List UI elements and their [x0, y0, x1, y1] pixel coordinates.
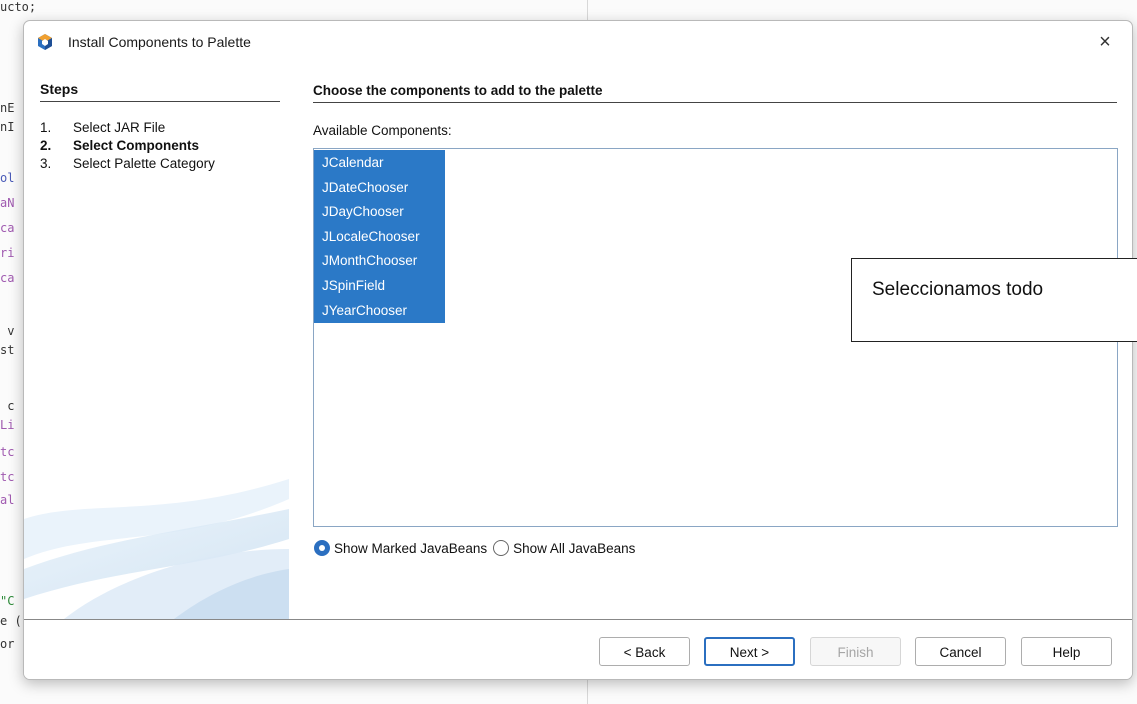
- dialog-title: Install Components to Palette: [68, 34, 251, 50]
- show-marked-radio[interactable]: [314, 540, 330, 557]
- code-fragment: nI: [0, 120, 15, 134]
- code-fragment: ucto;: [0, 0, 37, 14]
- step-item: 1. Select JAR File: [40, 119, 215, 137]
- code-fragment: or: [0, 637, 15, 651]
- content-divider: [313, 102, 1117, 103]
- code-fragment: Li: [0, 418, 15, 432]
- step-item: 2. Select Components: [40, 137, 215, 155]
- code-fragment: "C: [0, 594, 15, 608]
- component-list-item[interactable]: JDayChooser: [314, 199, 445, 225]
- code-fragment: tc: [0, 470, 15, 484]
- back-button[interactable]: < Back: [599, 637, 690, 666]
- component-list-item[interactable]: JDateChooser: [314, 174, 445, 200]
- code-fragment: st: [0, 343, 15, 357]
- code-fragment: al: [0, 493, 15, 507]
- button-bar: < Back Next > Finish Cancel Help: [24, 620, 1132, 679]
- install-components-dialog: Install Components to Palette × Steps 1.…: [23, 20, 1133, 680]
- next-button[interactable]: Next >: [704, 637, 795, 666]
- code-fragment: aN: [0, 196, 15, 210]
- step-label: Select Components: [73, 138, 200, 153]
- component-list-item[interactable]: JSpinField: [314, 273, 445, 298]
- netbeans-cube-icon: [38, 34, 52, 50]
- dialog-titlebar[interactable]: Install Components to Palette ×: [24, 21, 1132, 63]
- step-label: Select JAR File: [73, 120, 166, 135]
- code-fragment: ol: [0, 171, 15, 185]
- annotation-text: Seleccionamos todo: [872, 279, 1044, 300]
- code-fragment: c: [0, 399, 15, 413]
- component-list-item[interactable]: JMonthChooser: [314, 248, 445, 274]
- show-all-label[interactable]: Show All JavaBeans: [513, 541, 635, 556]
- step-label: Select Palette Category: [73, 156, 215, 171]
- steps-list: 1. Select JAR File 2. Select Components 3. Se…: [40, 119, 215, 173]
- code-fragment: nE: [0, 101, 15, 115]
- content-heading: Choose the components to add to the pale…: [313, 83, 603, 98]
- steps-divider: [40, 101, 280, 102]
- help-button[interactable]: Help: [1021, 637, 1112, 666]
- filter-radio-group: Show Marked JavaBeans Show All JavaBeans: [314, 540, 641, 562]
- code-fragment: e (: [0, 614, 22, 628]
- decorative-swoosh-graphic: [24, 479, 289, 619]
- code-fragment: ca: [0, 271, 15, 285]
- component-list-item[interactable]: JLocaleChooser: [314, 223, 445, 249]
- step-number: 3.: [40, 156, 52, 171]
- show-marked-label[interactable]: Show Marked JavaBeans: [334, 541, 487, 556]
- available-components-label: Available Components:: [313, 123, 452, 138]
- step-number: 2.: [40, 138, 52, 153]
- annotation-callout: Seleccionamos todo: [851, 258, 1137, 342]
- show-all-radio[interactable]: [493, 540, 510, 557]
- code-fragment: tc: [0, 445, 15, 459]
- step-number: 1.: [40, 120, 52, 135]
- cancel-button[interactable]: Cancel: [915, 637, 1006, 666]
- component-list-item[interactable]: JCalendar: [314, 150, 445, 175]
- close-button[interactable]: ×: [1092, 29, 1118, 55]
- steps-panel: Steps 1. Select JAR File 2. Select Componen…: [24, 63, 289, 619]
- code-fragment: ri: [0, 246, 15, 260]
- code-fragment: v: [0, 324, 15, 338]
- code-fragment: ca: [0, 221, 15, 235]
- steps-heading: Steps: [40, 81, 79, 97]
- finish-button: Finish: [810, 637, 901, 666]
- component-list-item[interactable]: JYearChooser: [314, 297, 445, 323]
- step-item: 3. Select Palette Category: [40, 155, 215, 173]
